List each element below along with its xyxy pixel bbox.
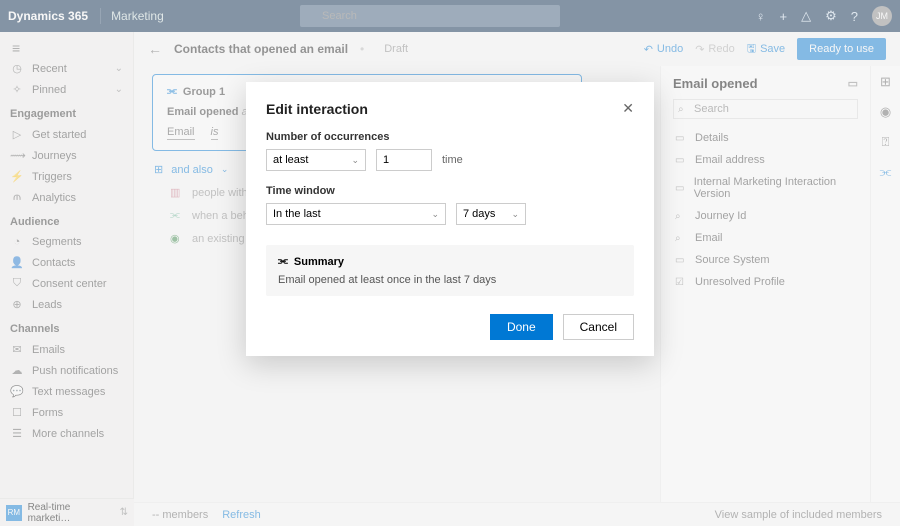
summary-text: Email opened at least once in the last 7… [278, 274, 622, 286]
close-icon[interactable]: ✕ [622, 100, 634, 117]
edit-interaction-dialog: Edit interaction ✕ Number of occurrences… [246, 82, 654, 356]
select-value: In the last [273, 208, 321, 220]
occurrences-label: Number of occurrences [266, 131, 634, 143]
select-value: 7 days [463, 208, 495, 220]
time-window-label: Time window [266, 185, 634, 197]
chevron-down-icon: ⌄ [431, 209, 439, 220]
chevron-down-icon: ⌄ [511, 209, 519, 220]
done-button[interactable]: Done [490, 314, 553, 340]
cancel-button[interactable]: Cancel [563, 314, 634, 340]
time-range-select[interactable]: In the last ⌄ [266, 203, 446, 225]
summary-heading: Summary [294, 256, 344, 268]
summary-box: ⫘ Summary Email opened at least once in t… [266, 245, 634, 296]
occurrence-count-input[interactable] [376, 149, 432, 171]
summary-icon: ⫘ [278, 255, 288, 268]
time-value-select[interactable]: 7 days ⌄ [456, 203, 526, 225]
select-value: at least [273, 154, 308, 166]
dialog-title: Edit interaction [266, 101, 368, 117]
modal-overlay: Edit interaction ✕ Number of occurrences… [0, 0, 900, 526]
occurrence-operator-select[interactable]: at least ⌄ [266, 149, 366, 171]
occurrence-unit: time [442, 154, 463, 166]
chevron-down-icon: ⌄ [351, 155, 359, 166]
